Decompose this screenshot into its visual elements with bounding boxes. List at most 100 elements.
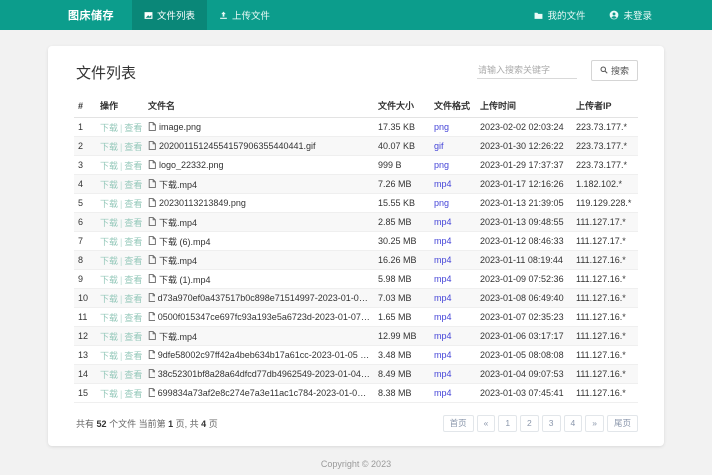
- format-link[interactable]: mp4: [434, 217, 452, 227]
- pagination-button[interactable]: 首页: [443, 415, 474, 432]
- row-upload-time: 2023-01-06 03:17:17: [476, 327, 572, 346]
- view-link[interactable]: 查看: [124, 180, 142, 190]
- nav-item-label: 上传文件: [232, 8, 270, 22]
- filename[interactable]: 699834a73af2e8c274e7a3e11ac1c784-2023-01…: [158, 388, 370, 398]
- download-link[interactable]: 下载: [100, 313, 118, 323]
- view-link[interactable]: 查看: [124, 294, 142, 304]
- table-footer: 共有 52 个文件 当前第 1 页, 共 4 页 首页 « 1 2 3 4 »: [74, 415, 638, 432]
- format-link[interactable]: mp4: [434, 388, 452, 398]
- filename[interactable]: 0500f015347ce697fc93a193e5a6723d-2023-01…: [158, 312, 370, 322]
- search-button[interactable]: 搜索: [591, 60, 638, 81]
- format-link[interactable]: mp4: [434, 312, 452, 322]
- view-link[interactable]: 查看: [124, 389, 142, 399]
- filename[interactable]: 20200115124554157906355440441.gif: [159, 141, 316, 151]
- view-link[interactable]: 查看: [124, 218, 142, 228]
- row-format-cell: mp4: [430, 251, 476, 270]
- nav-item-login-status[interactable]: 未登录: [597, 0, 664, 30]
- row-format-cell: mp4: [430, 346, 476, 365]
- download-link[interactable]: 下载: [100, 237, 118, 247]
- nav-item-label: 我的文件: [547, 8, 585, 22]
- format-link[interactable]: mp4: [434, 331, 452, 341]
- download-link[interactable]: 下载: [100, 256, 118, 266]
- pagination-button[interactable]: 4: [564, 415, 583, 432]
- row-index: 8: [74, 251, 96, 270]
- table-row: 5 下载|查看 20230113213849.png 15.55 KB: [74, 194, 638, 213]
- download-link[interactable]: 下载: [100, 275, 118, 285]
- row-upload-time: 2023-01-11 08:19:44: [476, 251, 572, 270]
- filename[interactable]: 20230113213849.png: [159, 198, 246, 208]
- filename[interactable]: 下载 (1).mp4: [159, 273, 211, 286]
- pagination-button[interactable]: 尾页: [607, 415, 638, 432]
- view-link[interactable]: 查看: [124, 256, 142, 266]
- filename[interactable]: 下载.mp4: [159, 330, 197, 343]
- row-format-cell: png: [430, 118, 476, 137]
- format-link[interactable]: mp4: [434, 236, 452, 246]
- table-row: 10 下载|查看 d73a970ef0a437517b0c898e7151499…: [74, 289, 638, 308]
- filename[interactable]: d73a970ef0a437517b0c898e71514997-2023-01…: [158, 293, 370, 303]
- format-link[interactable]: mp4: [434, 369, 452, 379]
- download-link[interactable]: 下载: [100, 218, 118, 228]
- row-actions: 下载|查看: [96, 270, 144, 289]
- brand[interactable]: 图床储存: [48, 0, 132, 30]
- view-link[interactable]: 查看: [124, 351, 142, 361]
- view-link[interactable]: 查看: [124, 332, 142, 342]
- nav-item-upload[interactable]: 上传文件: [207, 0, 282, 30]
- format-link[interactable]: mp4: [434, 350, 452, 360]
- table-row: 8 下载|查看 下载.mp4 16.26 MB: [74, 251, 638, 270]
- row-index: 11: [74, 308, 96, 327]
- row-format-cell: png: [430, 156, 476, 175]
- col-header-ip: 上传者IP: [572, 95, 638, 118]
- pagination-button[interactable]: 3: [542, 415, 561, 432]
- download-link[interactable]: 下载: [100, 389, 118, 399]
- filename[interactable]: 38c52301bf8a28a64dfcd77db4962549-2023-01…: [158, 369, 370, 379]
- pagination-button[interactable]: »: [585, 415, 604, 432]
- filename[interactable]: image.png: [159, 122, 201, 132]
- format-link[interactable]: mp4: [434, 179, 452, 189]
- filename[interactable]: 下载.mp4: [159, 254, 197, 267]
- pagination-summary: 共有 52 个文件 当前第 1 页, 共 4 页: [74, 417, 218, 430]
- pagination-button[interactable]: 1: [498, 415, 517, 432]
- view-link[interactable]: 查看: [124, 123, 142, 133]
- download-link[interactable]: 下载: [100, 161, 118, 171]
- pagination: 首页 « 1 2 3 4 » 尾页: [443, 415, 638, 432]
- row-filename-cell: 38c52301bf8a28a64dfcd77db4962549-2023-01…: [144, 365, 374, 384]
- view-link[interactable]: 查看: [124, 313, 142, 323]
- action-separator: |: [120, 237, 122, 247]
- download-link[interactable]: 下载: [100, 180, 118, 190]
- format-link[interactable]: gif: [434, 141, 444, 151]
- pagination-button[interactable]: 2: [520, 415, 539, 432]
- download-link[interactable]: 下载: [100, 370, 118, 380]
- view-link[interactable]: 查看: [124, 161, 142, 171]
- nav-item-my-files[interactable]: 我的文件: [522, 0, 597, 30]
- search-input[interactable]: [477, 63, 577, 79]
- download-link[interactable]: 下载: [100, 123, 118, 133]
- download-link[interactable]: 下载: [100, 142, 118, 152]
- format-link[interactable]: mp4: [434, 255, 452, 265]
- view-link[interactable]: 查看: [124, 142, 142, 152]
- table-row: 13 下载|查看 9dfe58002c97ff42a4beb634b17a61c…: [74, 346, 638, 365]
- filename[interactable]: 9dfe58002c97ff42a4beb634b17a61cc-2023-01…: [158, 350, 370, 360]
- row-index: 10: [74, 289, 96, 308]
- filename[interactable]: 下载 (6).mp4: [159, 235, 211, 248]
- view-link[interactable]: 查看: [124, 370, 142, 380]
- filename[interactable]: 下载.mp4: [159, 178, 197, 191]
- pagination-button[interactable]: «: [477, 415, 496, 432]
- format-link[interactable]: mp4: [434, 293, 452, 303]
- download-link[interactable]: 下载: [100, 332, 118, 342]
- row-upload-time: 2023-01-17 12:16:26: [476, 175, 572, 194]
- view-link[interactable]: 查看: [124, 275, 142, 285]
- download-link[interactable]: 下载: [100, 199, 118, 209]
- download-link[interactable]: 下载: [100, 294, 118, 304]
- view-link[interactable]: 查看: [124, 237, 142, 247]
- format-link[interactable]: png: [434, 122, 449, 132]
- format-link[interactable]: png: [434, 160, 449, 170]
- summary-text: 页: [209, 419, 218, 429]
- filename[interactable]: logo_22332.png: [159, 160, 224, 170]
- view-link[interactable]: 查看: [124, 199, 142, 209]
- format-link[interactable]: png: [434, 198, 449, 208]
- filename[interactable]: 下载.mp4: [159, 216, 197, 229]
- download-link[interactable]: 下载: [100, 351, 118, 361]
- format-link[interactable]: mp4: [434, 274, 452, 284]
- nav-item-file-list[interactable]: 文件列表: [132, 0, 207, 30]
- row-upload-time: 2023-01-08 06:49:40: [476, 289, 572, 308]
